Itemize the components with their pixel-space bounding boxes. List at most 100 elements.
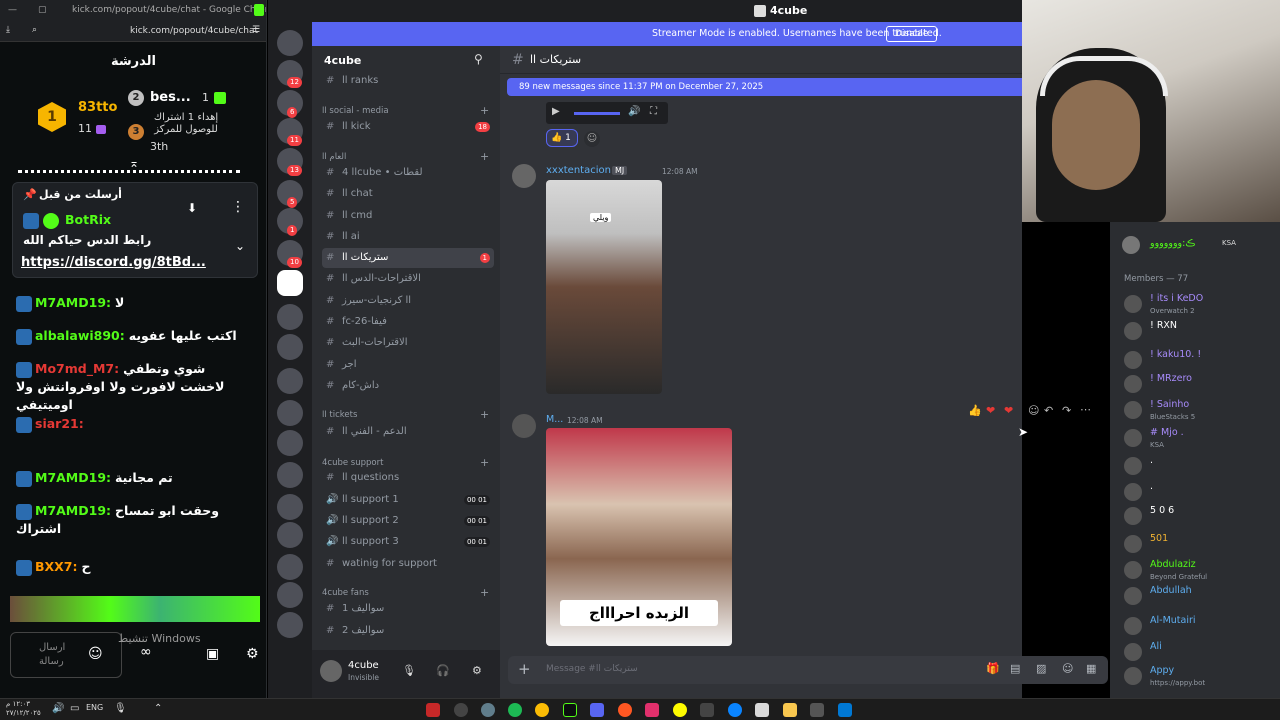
infinity-icon[interactable]: ∞	[140, 644, 152, 660]
server-name[interactable]: 4cube	[324, 54, 361, 67]
file-icon[interactable]	[810, 703, 824, 717]
settings-icon[interactable]: ⚙	[246, 646, 259, 662]
play-icon[interactable]: ▶	[552, 106, 560, 117]
server-icon[interactable]	[277, 554, 303, 580]
message-image[interactable]: ويلي	[546, 180, 662, 394]
member-item[interactable]: Abdulaziz Beyond Grateful	[1124, 558, 1274, 581]
create-channel-icon[interactable]: +	[480, 586, 489, 599]
settings-icon[interactable]	[481, 703, 495, 717]
volume-icon[interactable]: 🔊	[628, 106, 640, 117]
message-image[interactable]: الزبده احراااج	[546, 428, 732, 646]
channel-item[interactable]: # fc-26-فيفا	[322, 312, 494, 332]
message-author[interactable]: M...	[546, 414, 563, 425]
channel-category[interactable]: 4cube fans	[322, 588, 369, 598]
spotify-icon[interactable]	[508, 703, 522, 717]
mic-icon[interactable]: 🎙	[114, 703, 127, 714]
server-icon[interactable]	[277, 270, 303, 296]
server-icon[interactable]	[277, 612, 303, 638]
avatar[interactable]	[1122, 236, 1140, 254]
chat-username[interactable]: BXX7:	[35, 559, 78, 574]
member-item[interactable]: # Mjo . KSA	[1124, 426, 1274, 449]
channel-item[interactable]: # اا 4cube • لقطات	[322, 163, 494, 183]
channel-item[interactable]: # الاقتراحات-البث	[322, 333, 494, 353]
windows-start-icon[interactable]	[838, 703, 852, 717]
pinned-link[interactable]: https://discord.gg/8tBd...	[21, 255, 206, 270]
channel-item[interactable]: # سواليف 2	[322, 621, 494, 641]
more-icon[interactable]: ⋯	[1080, 403, 1091, 416]
instagram-icon[interactable]	[645, 703, 659, 717]
channel-item[interactable]: # watinig for support	[322, 554, 494, 574]
address-bar[interactable]: ⤓ ⌕ kick.com/popout/4cube/chat ☰	[0, 22, 266, 42]
channel-item[interactable]: # سواليف 1	[322, 599, 494, 619]
add-member-icon[interactable]: ⚲	[474, 52, 483, 66]
kick-icon[interactable]	[563, 703, 577, 717]
more-icon[interactable]: ⋮	[231, 199, 245, 215]
channel-item[interactable]: # اا kick 18	[322, 117, 494, 137]
avatar[interactable]	[512, 164, 536, 188]
reaction-icon[interactable]: ❤	[986, 404, 995, 417]
tune-icon[interactable]: ☰	[252, 25, 260, 35]
member-item[interactable]: ! Sainho BlueStacks 5	[1124, 398, 1274, 421]
search-icon[interactable]: ⌕	[32, 25, 37, 35]
server-icon[interactable]	[277, 582, 303, 608]
forward-icon[interactable]: ↷	[1062, 404, 1071, 417]
member-name[interactable]: ڪ:ووووووو	[1150, 238, 1195, 249]
gift-icon[interactable]: 🎁	[986, 662, 1000, 675]
member-item[interactable]: .	[1124, 454, 1274, 476]
chrome-icon[interactable]	[535, 703, 549, 717]
member-item[interactable]: .	[1124, 480, 1274, 502]
discord-icon[interactable]	[590, 703, 604, 717]
heart-icon[interactable]: ❤	[1004, 404, 1013, 417]
member-item[interactable]: ! RXN	[1124, 319, 1274, 341]
channel-item[interactable]: # اجر	[322, 355, 494, 375]
emote-strip[interactable]	[10, 596, 260, 622]
disable-button[interactable]: Disable	[886, 26, 938, 42]
minimize-icon[interactable]: —	[8, 5, 17, 15]
server-icon[interactable]	[277, 368, 303, 394]
channel-item[interactable]: # اا questions	[322, 468, 494, 488]
snapchat-icon[interactable]	[673, 703, 687, 717]
chat-username[interactable]: siar21:	[35, 416, 84, 431]
reaction-thumbs-up[interactable]: 👍 1	[546, 129, 578, 147]
fullscreen-icon[interactable]: ⛶	[650, 106, 657, 117]
download-icon[interactable]: ⤓	[6, 25, 10, 35]
server-icon[interactable]	[277, 430, 303, 456]
edge-icon[interactable]	[728, 703, 742, 717]
create-channel-icon[interactable]: +	[480, 408, 489, 421]
message-author[interactable]: xxxtentacion	[546, 165, 611, 176]
chat-username[interactable]: M7AMD19:	[35, 295, 111, 310]
server-icon[interactable]	[277, 30, 303, 56]
store-icon[interactable]: ▣	[206, 646, 219, 662]
terminal-icon[interactable]	[700, 703, 714, 717]
create-channel-icon[interactable]: +	[480, 456, 489, 469]
channel-category[interactable]: اا tickets	[322, 410, 357, 420]
store-icon[interactable]	[755, 703, 769, 717]
server-icon[interactable]	[277, 522, 303, 548]
member-item[interactable]: ! MRzero	[1124, 372, 1274, 394]
pinned-message[interactable]: 📌 أرسلت من قبل ⬇ ⋮ BotRix رابط الدس حياك…	[12, 182, 258, 278]
chat-username[interactable]: albalawi890:	[35, 328, 125, 343]
member-item[interactable]: 5 0 6	[1124, 504, 1274, 526]
chevron-up-icon[interactable]: ⌃	[154, 703, 162, 714]
create-channel-icon[interactable]: +	[480, 150, 489, 163]
mic-icon[interactable]: 🎙	[402, 664, 416, 677]
app-taskbar-icon[interactable]	[426, 703, 440, 717]
collapse-chevron-icon[interactable]: ⌅	[124, 156, 144, 170]
channel-item[interactable]: # اا ai	[322, 227, 494, 247]
channel-item[interactable]: # داش-كام	[322, 376, 494, 396]
chat-username[interactable]: M7AMD19:	[35, 503, 111, 518]
avatar[interactable]	[320, 660, 342, 682]
expand-chevron-icon[interactable]: ⌄	[235, 239, 245, 253]
media-player-icon[interactable]	[454, 703, 468, 717]
avatar[interactable]	[512, 414, 536, 438]
member-item[interactable]: ! kaku10. !	[1124, 348, 1274, 370]
emoji-icon[interactable]: ☺	[1062, 662, 1073, 675]
progress-bar[interactable]	[574, 112, 620, 115]
create-channel-icon[interactable]: +	[480, 104, 489, 117]
add-reaction-icon[interactable]: ☺	[1028, 404, 1039, 417]
add-reaction-icon[interactable]: ☺	[584, 131, 600, 147]
speaker-icon[interactable]: 🔊	[52, 703, 64, 714]
server-icon[interactable]	[277, 400, 303, 426]
audio-player[interactable]: ▶ 🔊 ⛶	[546, 102, 668, 124]
member-item[interactable]: Ali	[1124, 640, 1274, 662]
